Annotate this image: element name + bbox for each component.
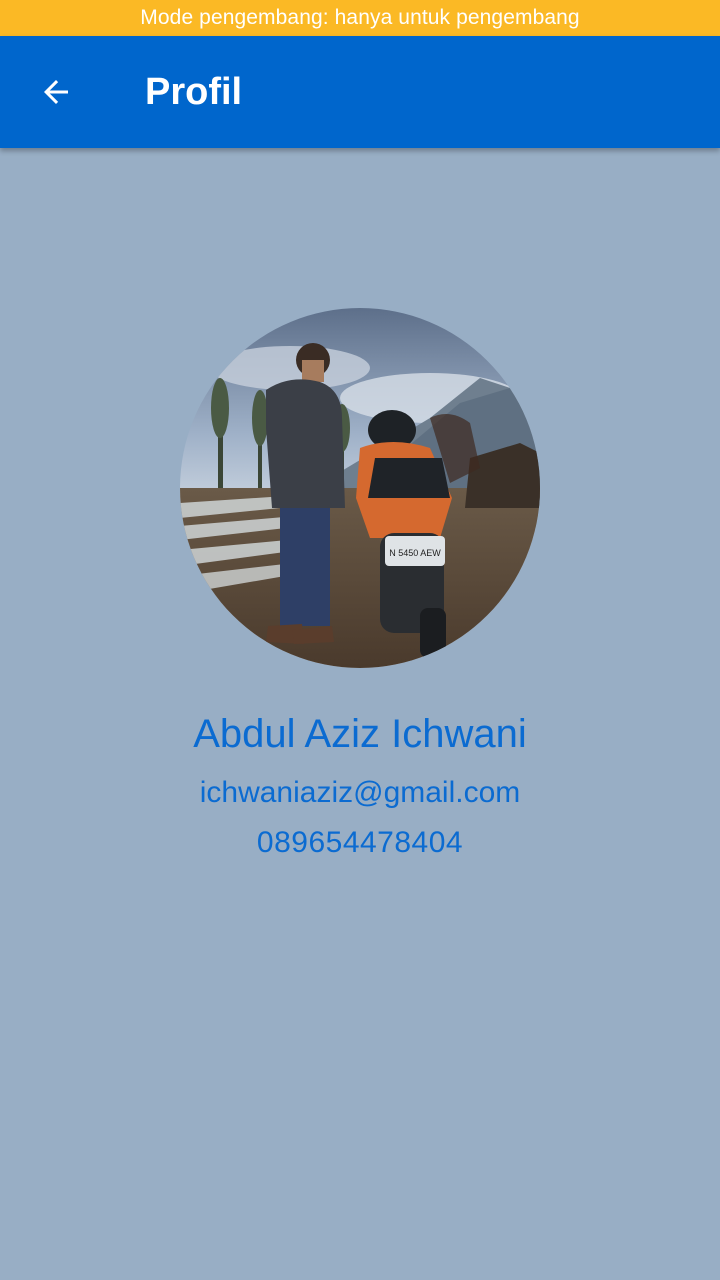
developer-mode-text: Mode pengembang: hanya untuk pengembang [140, 6, 580, 29]
profile-avatar: N 5450 AEW [180, 308, 540, 668]
profile-email: ichwaniaziz@gmail.com [199, 776, 521, 809]
profile-phone: 089654478404 [256, 826, 464, 859]
arrow-left-icon [44, 80, 68, 104]
developer-mode-banner: Mode pengembang: hanya untuk pengembang [0, 0, 720, 36]
profile-name: Abdul Aziz Ichwani [193, 712, 527, 756]
page-title: Profil [145, 70, 243, 113]
back-button[interactable] [28, 64, 84, 120]
app-bar: Profil [0, 36, 720, 148]
license-plate-text: N 5450 AEW [389, 548, 441, 558]
